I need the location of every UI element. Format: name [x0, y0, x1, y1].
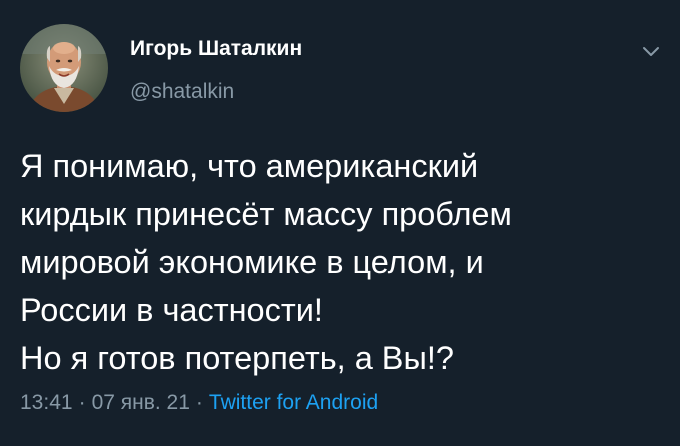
meta-separator: · — [195, 391, 203, 414]
tweet-source-link[interactable]: Twitter for Android — [209, 391, 378, 414]
tweet-line: мировой экономике в целом, и — [20, 244, 484, 280]
tweet-line: Я понимаю, что американский — [20, 148, 479, 184]
tweet-text: Я понимаю, что американский кирдык прине… — [20, 142, 660, 382]
tweet-card: Игорь Шаталкин @shatalkin Я понимаю, что… — [0, 0, 680, 446]
tweet-line: кирдык принесёт массу проблем — [20, 196, 512, 232]
tweet-line: Но я готов потерпеть, а Вы!? — [20, 340, 454, 376]
tweet-date[interactable]: 07 янв. 21 — [92, 391, 190, 414]
tweet-line: России в частности! — [20, 292, 323, 328]
author-name[interactable]: Игорь Шаталкин — [130, 37, 302, 61]
chevron-down-icon[interactable] — [640, 40, 662, 62]
author-handle[interactable]: @shatalkin — [130, 80, 234, 104]
meta-separator: · — [78, 391, 86, 414]
avatar-image — [20, 24, 108, 112]
tweet-time[interactable]: 13:41 — [20, 391, 73, 414]
tweet-meta: 13:41 · 07 янв. 21 · Twitter for Android — [20, 391, 378, 415]
avatar[interactable] — [20, 24, 108, 112]
